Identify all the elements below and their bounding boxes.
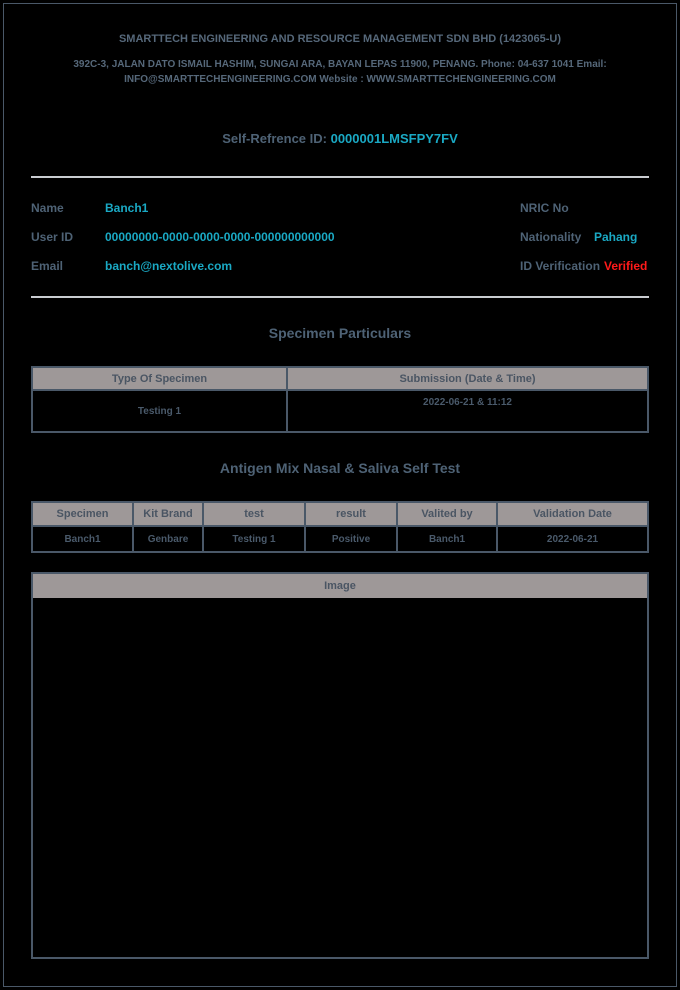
address-line-1: 392C-3, JALAN DATO ISMAIL HASHIM, SUNGAI…: [73, 59, 607, 70]
antigen-header-specimen: Specimen: [31, 501, 134, 527]
divider-top: [31, 176, 649, 178]
nationality-label: Nationality: [520, 230, 582, 244]
antigen-header-validated-by: Valited by: [396, 501, 498, 527]
antigen-header-result: result: [304, 501, 398, 527]
antigen-cell-specimen: Banch1: [31, 525, 134, 553]
antigen-table: Specimen Kit Brand test result Valited b…: [31, 501, 649, 553]
submission-cell: 2022-06-21 & 11:12: [286, 389, 649, 433]
address-line-2: INFO@SMARTTECHENGINEERING.COM Website : …: [124, 74, 556, 85]
name-value: Banch1: [105, 201, 149, 215]
company-address: 392C-3, JALAN DATO ISMAIL HASHIM, SUNGAI…: [40, 57, 640, 87]
nric-label: NRIC No: [520, 201, 569, 215]
antigen-section-title: Antigen Mix Nasal & Saliva Self Test: [219, 460, 461, 476]
image-panel: Image: [31, 572, 649, 959]
divider-middle: [31, 296, 649, 298]
user-id-label: User ID: [31, 230, 74, 244]
submission-header: Submission (Date & Time): [286, 366, 649, 391]
antigen-header-test: test: [202, 501, 306, 527]
email-label: Email: [31, 259, 64, 273]
reference-id-label: Self-Refrence ID:: [222, 131, 327, 146]
name-label: Name: [31, 201, 64, 215]
image-panel-header: Image: [33, 574, 647, 598]
specimen-table: Type Of Specimen Submission (Date & Time…: [31, 366, 649, 433]
reference-id-value: 0000001LMSFPY7FV: [330, 131, 458, 146]
antigen-cell-validation-date: 2022-06-21: [496, 525, 649, 553]
company-name: SMARTTECH ENGINEERING AND RESOURCE MANAG…: [118, 33, 562, 45]
specimen-type-cell: Testing 1: [31, 389, 288, 433]
specimen-type-header: Type Of Specimen: [31, 366, 288, 391]
antigen-cell-result: Positive: [304, 525, 398, 553]
antigen-header-validation-date: Validation Date: [496, 501, 649, 527]
user-id-value: 00000000-0000-0000-0000-000000000000: [105, 230, 335, 244]
antigen-cell-validated-by: Banch1: [396, 525, 498, 553]
antigen-cell-kit-brand: Genbare: [132, 525, 204, 553]
id-verification-status: Verified: [604, 259, 648, 273]
id-verification-label: ID Verification: [520, 259, 601, 273]
antigen-header-kit-brand: Kit Brand: [132, 501, 204, 527]
email-value: banch@nextolive.com: [105, 259, 233, 273]
reference-id: Self-Refrence ID: 0000001LMSFPY7FV: [0, 131, 680, 146]
specimen-section-title: Specimen Particulars: [268, 325, 412, 341]
antigen-cell-test: Testing 1: [202, 525, 306, 553]
nationality-value: Pahang: [594, 230, 638, 244]
